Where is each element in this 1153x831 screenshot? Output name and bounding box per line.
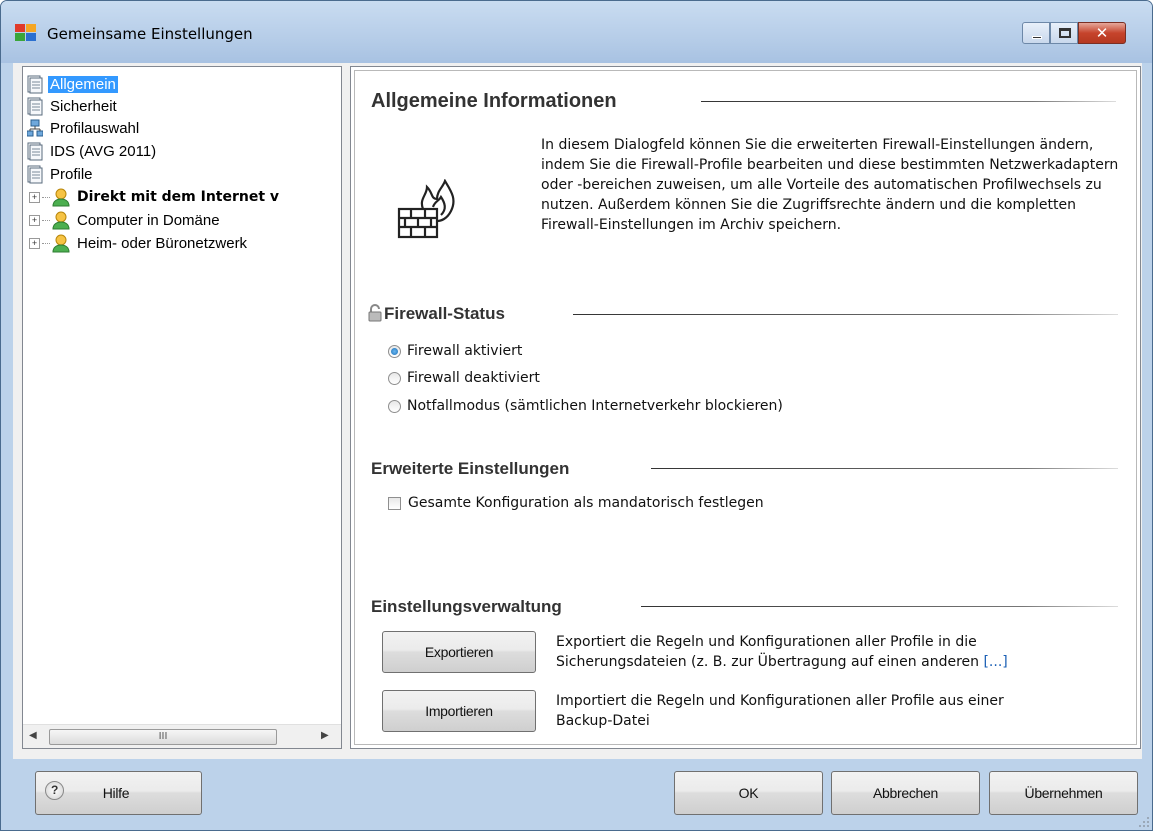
tree-item-label: Profile: [50, 165, 93, 183]
tree-item-label: IDS (AVG 2011): [50, 142, 157, 160]
help-button-label: Hilfe: [102, 785, 130, 801]
radio-label: Notfallmodus (sämtlichen Internetverkehr…: [407, 398, 783, 414]
settings-management-title: Einstellungsverwaltung: [371, 597, 562, 616]
tree-item-label: Heim- oder Büronetzwerk: [77, 234, 248, 252]
import-text-line: Backup-Datei: [556, 713, 650, 729]
advanced-settings-title: Erweiterte Einstellungen: [371, 459, 570, 478]
document-icon: [27, 75, 43, 93]
mandatory-config-checkbox[interactable]: Gesamte Konfiguration als mandatorisch f…: [388, 495, 764, 511]
resize-grip-icon[interactable]: [1139, 817, 1149, 827]
radio-firewall-disabled[interactable]: Firewall deaktiviert: [388, 370, 540, 386]
checkbox[interactable]: [388, 496, 401, 510]
document-icon: [27, 165, 43, 183]
expand-icon[interactable]: +: [29, 191, 40, 203]
tree-item-allgemein[interactable]: Allgemein: [27, 73, 118, 95]
tree-item-label: Profilauswahl: [50, 119, 140, 137]
section-divider: [573, 314, 1118, 315]
network-icon: [27, 119, 43, 136]
user-icon: [52, 188, 70, 206]
radio-emergency-mode[interactable]: Notfallmodus (sämtlichen Internetverkehr…: [388, 398, 783, 414]
user-icon: [52, 234, 70, 252]
apply-button[interactable]: Übernehmen: [989, 771, 1138, 815]
section-divider: [701, 101, 1116, 102]
expand-icon[interactable]: +: [29, 214, 40, 226]
section-divider: [651, 468, 1118, 469]
radio-button[interactable]: [388, 344, 401, 358]
scroll-right-icon[interactable]: ▶: [321, 730, 329, 741]
help-button[interactable]: ? Hilfe: [35, 771, 202, 815]
close-icon: ✕: [1095, 24, 1109, 42]
maximize-button[interactable]: [1050, 22, 1078, 44]
tree-item-direkt-internet[interactable]: + Direkt mit dem Internet v: [29, 186, 281, 208]
scroll-left-icon[interactable]: ◀: [29, 730, 37, 741]
firewall-status-title: Firewall-Status: [384, 304, 505, 323]
tree-horizontal-scrollbar[interactable]: ◀ III ▶: [23, 724, 341, 748]
close-button[interactable]: ✕: [1078, 22, 1126, 44]
tree-item-heim-buero[interactable]: + Heim- oder Büronetzwerk: [29, 232, 249, 254]
export-text-line-2: Sicherungsdateien (z. B. zur Übertragung…: [556, 652, 1116, 672]
scroll-thumb[interactable]: III: [49, 729, 277, 745]
radio-label: Firewall aktiviert: [407, 343, 523, 359]
minimize-button[interactable]: [1022, 22, 1050, 44]
export-description: Exportiert die Regeln und Konfiguratione…: [556, 632, 1116, 672]
tree-connector: [42, 219, 50, 221]
settings-tree[interactable]: Allgemein Sicherheit Profilauswahl IDS (…: [22, 66, 342, 749]
tree-item-profilauswahl[interactable]: Profilauswahl: [27, 117, 141, 139]
tree-item-sicherheit[interactable]: Sicherheit: [27, 95, 119, 117]
tree-connector: [42, 242, 50, 244]
checkbox-label: Gesamte Konfiguration als mandatorisch f…: [408, 495, 764, 511]
radio-label: Firewall deaktiviert: [407, 370, 540, 386]
import-description: Importiert die Regeln und Konfiguratione…: [556, 691, 1116, 731]
window-title: Gemeinsame Einstellungen: [47, 25, 253, 43]
info-description: In diesem Dialogfeld können Sie die erwe…: [541, 137, 1119, 233]
tree-connector: [42, 196, 50, 198]
help-icon: ?: [45, 781, 64, 800]
import-button[interactable]: Importieren: [382, 690, 536, 732]
tree-item-label: Allgemein: [48, 75, 118, 93]
avg-logo-icon: [15, 24, 37, 42]
expand-icon[interactable]: +: [29, 237, 40, 249]
tree-item-label: Computer in Domäne: [77, 211, 220, 229]
import-text-line: Importiert die Regeln und Konfiguratione…: [556, 693, 1004, 709]
cancel-button[interactable]: Abbrechen: [831, 771, 980, 815]
title-bar[interactable]: Gemeinsame Einstellungen ✕: [1, 1, 1152, 63]
tree-item-profile[interactable]: Profile: [27, 163, 95, 185]
export-button[interactable]: Exportieren: [382, 631, 536, 673]
export-text-line: Sicherungsdateien (z. B. zur Übertragung…: [556, 654, 980, 670]
radio-firewall-enabled[interactable]: Firewall aktiviert: [388, 343, 522, 359]
maximize-icon: [1059, 28, 1071, 38]
tree-item-ids[interactable]: IDS (AVG 2011): [27, 140, 158, 162]
section-divider: [641, 606, 1118, 607]
more-link[interactable]: [...]: [983, 654, 1007, 670]
document-icon: [27, 142, 43, 160]
firewall-icon: [397, 179, 455, 239]
ok-button[interactable]: OK: [674, 771, 823, 815]
tree-item-computer-domaene[interactable]: + Computer in Domäne: [29, 209, 222, 231]
lock-icon: [368, 304, 382, 322]
radio-button[interactable]: [388, 399, 401, 413]
dialog-window: Gemeinsame Einstellungen ✕ Allgemein Sic…: [0, 0, 1153, 831]
user-icon: [52, 211, 70, 229]
tree-item-label: Direkt mit dem Internet v: [77, 189, 280, 205]
export-text-line: Exportiert die Regeln und Konfiguratione…: [556, 634, 977, 650]
info-section-title: Allgemeine Informationen: [371, 90, 617, 112]
tree-item-label: Sicherheit: [50, 97, 117, 115]
document-icon: [27, 97, 43, 115]
radio-button[interactable]: [388, 371, 401, 385]
minimize-icon: [1032, 36, 1042, 39]
